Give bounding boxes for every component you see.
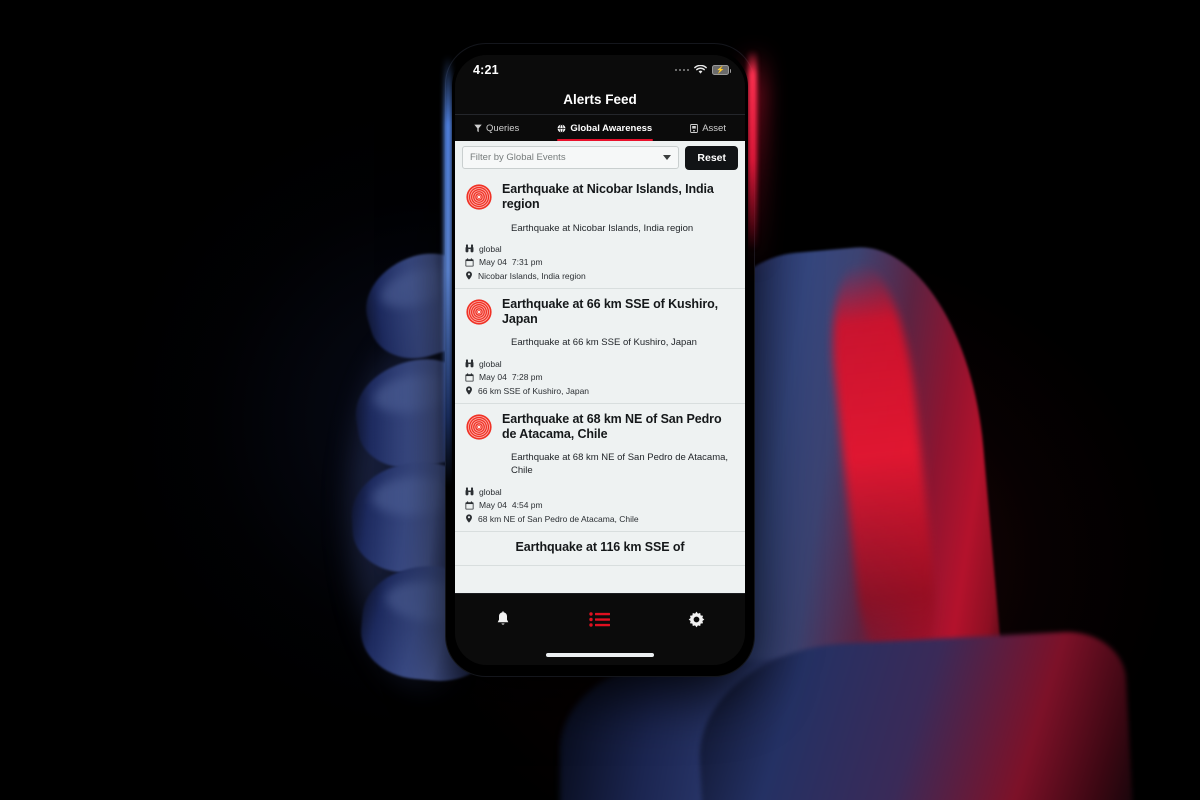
alert-card-header: Earthquake at 66 km SSE of Kushiro, Japa… [465, 297, 735, 328]
home-indicator-bar [455, 645, 745, 665]
seismic-radar-icon [466, 413, 492, 440]
alert-card-header: Earthquake at 68 km NE of San Pedro de A… [465, 412, 735, 443]
alert-date-label: May 04 [479, 500, 507, 511]
phone-edge-glow-red [748, 50, 757, 250]
alert-card-partial[interactable]: Earthquake at 116 km SSE of [455, 531, 745, 566]
alert-title: Earthquake at 68 km NE of San Pedro de A… [502, 411, 722, 441]
gear-icon [688, 611, 705, 628]
seismic-radar-icon [466, 184, 492, 210]
alert-card-header: Earthquake at Nicobar Islands, India reg… [465, 182, 735, 213]
signal-dots-icon [674, 68, 689, 72]
tab-queries[interactable]: Queries [455, 115, 538, 141]
alert-title: Earthquake at Nicobar Islands, India reg… [502, 182, 714, 212]
tab-global-awareness-label: Global Awareness [570, 122, 653, 134]
alert-card[interactable]: Earthquake at Nicobar Islands, India reg… [455, 174, 745, 289]
alert-source-label: global [479, 243, 502, 254]
alert-card[interactable]: Earthquake at 68 km NE of San Pedro de A… [455, 403, 745, 532]
globe-icon [557, 123, 566, 133]
calendar-icon [465, 372, 474, 382]
filter-funnel-icon [474, 124, 482, 132]
alert-date-label: May 04 [479, 257, 507, 268]
tab-bar: Queries Global Awareness Asset [455, 115, 745, 141]
tab-queries-label: Queries [486, 122, 520, 134]
alert-location-label: Nicobar Islands, India region [478, 270, 586, 281]
nav-settings-button[interactable] [670, 603, 724, 637]
alert-meta: global May 04 7:31 pm Nicobar Islands, I… [465, 244, 735, 281]
alert-title: Earthquake at 116 km SSE of [515, 539, 685, 554]
alert-location-label: 66 km SSE of Kushiro, Japan [478, 385, 590, 396]
bottom-nav-bar [455, 593, 745, 645]
alert-time-label: 4:54 pm [511, 500, 543, 511]
nav-feed-button[interactable] [573, 603, 627, 637]
binoculars-icon [465, 244, 474, 253]
list-icon [589, 612, 610, 627]
alert-date-row: May 04 7:28 pm [465, 372, 735, 382]
alert-source-label: global [479, 358, 502, 369]
alert-date-row: May 04 7:31 pm [465, 257, 735, 267]
alert-source-row: global [465, 359, 735, 369]
tab-asset-label: Asset [702, 122, 726, 134]
alert-date-label: May 04 [479, 372, 507, 383]
alert-date-row: May 04 4:54 pm [465, 500, 735, 510]
status-bar: 4:21 ⚡ [455, 55, 745, 85]
page-title: Alerts Feed [563, 92, 637, 107]
calendar-icon [465, 258, 474, 267]
phone-screen: 4:21 ⚡ Alerts Feed Queries Global Awaren… [455, 55, 745, 665]
nav-alerts-button[interactable] [476, 603, 530, 637]
global-events-filter-select[interactable]: Filter by Global Events [462, 146, 680, 169]
app-header: Alerts Feed [455, 85, 745, 115]
alert-source-label: global [479, 486, 502, 497]
alert-description: Earthquake at 66 km SSE of Kushiro, Japa… [511, 337, 697, 349]
filter-bar: Filter by Global Events Reset [455, 141, 745, 174]
calendar-icon [465, 501, 474, 510]
status-time: 4:21 [473, 63, 499, 77]
alert-card[interactable]: Earthquake at 66 km SSE of Kushiro, Japa… [455, 288, 745, 404]
alert-meta: global May 04 4:54 pm 68 km NE of San Pe… [465, 487, 735, 524]
battery-charging-icon: ⚡ [712, 65, 731, 75]
alert-time-label: 7:28 pm [511, 372, 543, 383]
reset-button[interactable]: Reset [685, 145, 738, 170]
binoculars-icon [465, 487, 474, 496]
photo-scene: 4:21 ⚡ Alerts Feed Queries Global Awaren… [0, 0, 1200, 800]
alert-meta: global May 04 7:28 pm 66 km SSE of Kushi… [465, 359, 735, 396]
status-icons: ⚡ [674, 65, 731, 75]
alert-title: Earthquake at 66 km SSE of Kushiro, Japa… [502, 296, 719, 327]
phone-edge-glow-blue [444, 56, 452, 486]
alert-location-row: Nicobar Islands, India region [465, 271, 735, 281]
alert-location-row: 66 km SSE of Kushiro, Japan [465, 386, 735, 396]
active-tab-underline [556, 138, 653, 141]
alert-description: Earthquake at Nicobar Islands, India reg… [511, 222, 694, 234]
tab-global-awareness[interactable]: Global Awareness [538, 115, 671, 141]
home-indicator[interactable] [546, 653, 654, 657]
map-pin-icon [466, 386, 472, 395]
alert-location-row: 68 km NE of San Pedro de Atacama, Chile [465, 514, 735, 524]
map-pin-icon [466, 514, 472, 523]
alert-location-label: 68 km NE of San Pedro de Atacama, Chile [478, 513, 639, 524]
alert-time-label: 7:31 pm [511, 257, 543, 268]
wifi-icon [694, 65, 707, 74]
bell-icon [498, 611, 509, 625]
map-pin-icon [466, 271, 472, 280]
tab-asset[interactable]: Asset [671, 115, 745, 141]
chevron-down-icon [663, 155, 672, 160]
alert-description: Earthquake at 68 km NE of San Pedro de A… [511, 452, 729, 477]
alerts-feed-list[interactable]: Earthquake at Nicobar Islands, India reg… [455, 174, 745, 593]
alert-source-row: global [465, 487, 735, 497]
global-events-filter-placeholder: Filter by Global Events [470, 152, 566, 163]
building-icon [690, 123, 699, 133]
seismic-radar-icon [466, 299, 492, 325]
alert-source-row: global [465, 244, 735, 254]
binoculars-icon [465, 359, 474, 368]
